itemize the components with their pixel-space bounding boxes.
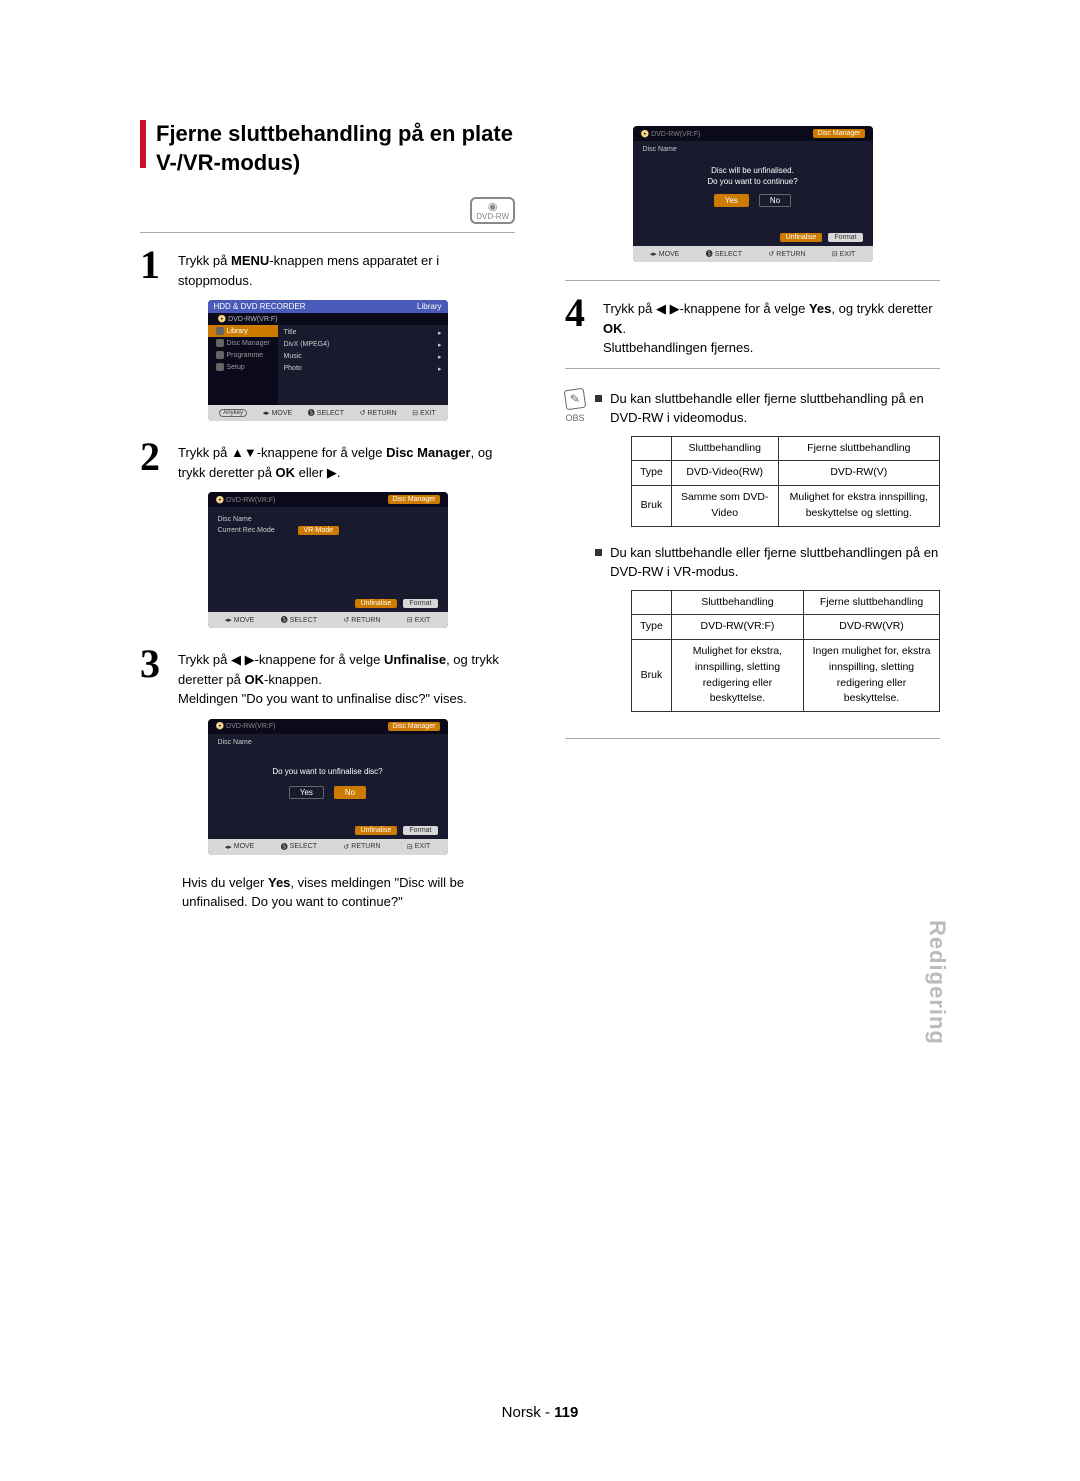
screen-footer-bar: Anykey ◂▸ MOVE 🅢 SELECT ↺ RETURN ⊟ EXIT: [208, 405, 448, 421]
yes-button: Yes: [289, 786, 324, 799]
step-3: 3 Trykk på ◀ ▶-knappene for å velge Unfi…: [140, 646, 515, 709]
screenshot-disc-manager: 📀 DVD-RW(VR:F)Disc Manager Disc Name Cur…: [208, 492, 448, 628]
step-number: 2: [140, 439, 170, 482]
menu-item-disc-manager: Disc Manager: [208, 337, 278, 349]
step-2: 2 Trykk på ▲▼-knappene for å velge Disc …: [140, 439, 515, 482]
screenshot-library-menu: HDD & DVD RECORDERLibrary 📀 DVD-RW(VR:F)…: [208, 300, 448, 421]
step-3-text: Trykk på ◀ ▶-knappene for å velge Unfina…: [178, 646, 515, 709]
step-1-text: Trykk på MENU-knappen mens apparatet er …: [178, 247, 515, 290]
step-number: 1: [140, 247, 170, 290]
section-heading: Fjerne sluttbehandling på en plate V-/VR…: [140, 120, 515, 177]
step-4: 4 Trykk på ◀ ▶-knappene for å velge Yes,…: [565, 295, 940, 358]
format-button: Format: [403, 599, 437, 608]
right-column: 📀 DVD-RW(VR:F)Disc Manager Disc Name Dis…: [565, 120, 940, 912]
menu-item-programme: Programme: [208, 349, 278, 361]
section-side-tab: Redigering: [924, 920, 950, 1045]
note-1: Du kan sluttbehandle eller fjerne sluttb…: [595, 389, 940, 428]
step-number: 3: [140, 646, 170, 709]
yes-button: Yes: [714, 194, 749, 207]
menu-item-setup: Setup: [208, 361, 278, 373]
step-3-followup: Hvis du velger Yes, vises meldingen "Dis…: [182, 873, 515, 912]
comparison-table-vr: SluttbehandlingFjerne sluttbehandling Ty…: [631, 590, 940, 713]
page-footer: Norsk - 119: [0, 1404, 1080, 1421]
no-button: No: [334, 786, 366, 799]
step-2-text: Trykk på ▲▼-knappene for å velge Disc Ma…: [178, 439, 515, 482]
bullet-icon: [595, 395, 602, 402]
step-1: 1 Trykk på MENU-knappen mens apparatet e…: [140, 247, 515, 290]
heading-accent-bar: [140, 120, 146, 168]
step-number: 4: [565, 295, 595, 358]
divider: [140, 232, 515, 233]
menu-item-library: Library: [208, 325, 278, 337]
screenshot-continue-confirm: 📀 DVD-RW(VR:F)Disc Manager Disc Name Dis…: [633, 126, 873, 262]
step-4-text: Trykk på ◀ ▶-knappene for å velge Yes, o…: [603, 295, 940, 358]
no-button: No: [759, 194, 791, 207]
note-icon: ✎ OBS: [565, 389, 585, 729]
disc-type-badge-wrap: ◉ DVD-RW: [140, 197, 515, 224]
comparison-table-video: SluttbehandlingFjerne sluttbehandling Ty…: [631, 436, 940, 527]
left-column: Fjerne sluttbehandling på en plate V-/VR…: [140, 120, 515, 912]
bullet-icon: [595, 549, 602, 556]
screenshot-unfinalise-confirm: 📀 DVD-RW(VR:F)Disc Manager Disc Name Do …: [208, 719, 448, 855]
disc-rw-icon: ◉ DVD-RW: [470, 197, 515, 224]
unfinalise-button: Unfinalise: [355, 599, 398, 608]
note-2: Du kan sluttbehandle eller fjerne sluttb…: [595, 543, 940, 582]
heading-text: Fjerne sluttbehandling på en plate V-/VR…: [156, 120, 515, 177]
note-block: ✎ OBS Du kan sluttbehandle eller fjerne …: [565, 389, 940, 729]
